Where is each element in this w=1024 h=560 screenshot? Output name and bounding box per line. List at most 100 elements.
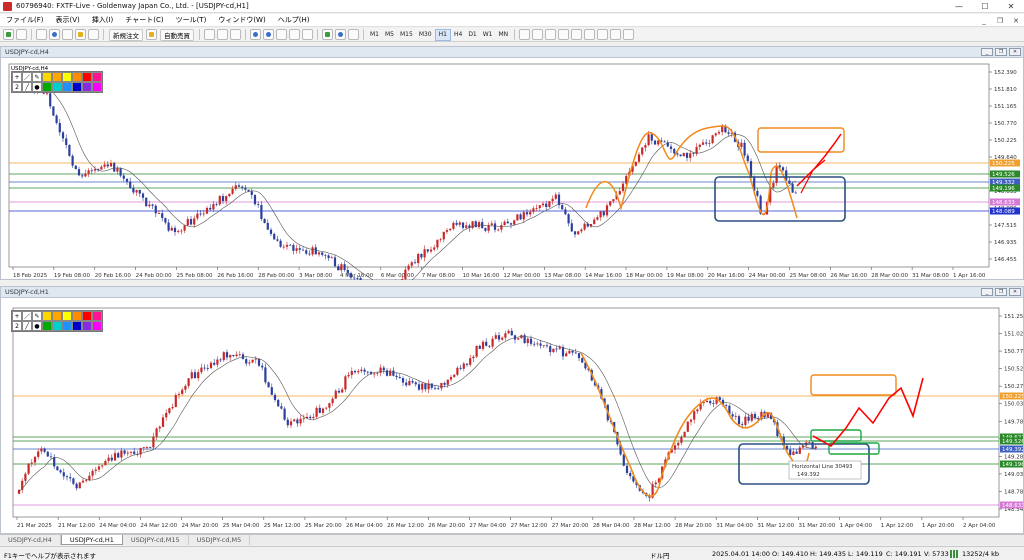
palette-line-icon[interactable]: ／	[22, 311, 32, 321]
palette-brush-icon[interactable]: ✎	[32, 311, 42, 321]
meta-editor-icon[interactable]	[146, 29, 157, 40]
data-window-icon[interactable]	[49, 29, 60, 40]
chart-window-titlebar[interactable]: USDJPY-cd,H1 _ ❐ ✕	[1, 287, 1023, 298]
bar-chart-icon[interactable]	[204, 29, 215, 40]
palette-dot-icon[interactable]: ●	[32, 321, 42, 331]
periods-icon[interactable]	[335, 29, 346, 40]
menu-chart[interactable]: チャート(C)	[119, 15, 169, 25]
palette-color-red[interactable]	[82, 311, 92, 321]
chart-minimize-button[interactable]: _	[981, 288, 993, 296]
palette-pencil-icon[interactable]: ╱	[22, 321, 32, 331]
tab-usdjpy-h4[interactable]: USDJPY-cd,H4	[0, 535, 61, 545]
channel-icon[interactable]	[584, 29, 596, 40]
palette-color-blue[interactable]	[62, 321, 72, 331]
palette-color-violet[interactable]	[82, 321, 92, 331]
horizontal-line-icon[interactable]	[558, 29, 570, 40]
palette-color-gold[interactable]	[42, 72, 52, 82]
text-icon[interactable]	[610, 29, 622, 40]
menu-insert[interactable]: 挿入(I)	[86, 15, 120, 25]
trendline-icon[interactable]	[571, 29, 583, 40]
palette-color-cyan[interactable]	[52, 82, 62, 92]
tab-usdjpy-m15[interactable]: USDJPY-cd,M15	[123, 535, 189, 545]
timeframe-m1[interactable]: M1	[367, 29, 382, 41]
cursor-icon[interactable]	[519, 29, 531, 40]
chart-close-button[interactable]: ✕	[1009, 288, 1021, 296]
palette-color-green[interactable]	[42, 82, 52, 92]
timeframe-m30[interactable]: M30	[416, 29, 435, 41]
chart-window-h1[interactable]: USDJPY-cd,H1 _ ❐ ✕ 151.250 151.020 150.775…	[0, 286, 1024, 534]
timeframe-h1[interactable]: H1	[434, 28, 451, 41]
palette-color-yellow[interactable]	[62, 311, 72, 321]
indicators-icon[interactable]	[322, 29, 333, 40]
palette-color-red[interactable]	[82, 72, 92, 82]
palette-number[interactable]: 2	[12, 82, 22, 92]
palette-dot-icon[interactable]: ●	[32, 82, 42, 92]
palette-color-cyan[interactable]	[52, 321, 62, 331]
strategy-tester-icon[interactable]	[88, 29, 99, 40]
profiles-icon[interactable]	[16, 29, 27, 40]
arrows-icon[interactable]	[623, 29, 635, 40]
menu-file[interactable]: ファイル(F)	[0, 15, 50, 25]
palette-color-magenta[interactable]	[92, 82, 102, 92]
vertical-line-icon[interactable]	[545, 29, 557, 40]
timeframe-m15[interactable]: M15	[397, 29, 416, 41]
chart-canvas-h4[interactable]: 152.390151.810151.165150.770150.225149.6…	[1, 58, 1023, 280]
palette-color-navy[interactable]	[72, 82, 82, 92]
chart-shift-icon[interactable]	[289, 29, 300, 40]
menu-view[interactable]: 表示(V)	[50, 15, 86, 25]
chart-restore-button[interactable]: ❐	[995, 48, 1007, 56]
tab-usdjpy-h1[interactable]: USDJPY-cd,H1	[60, 535, 123, 545]
line-chart-icon[interactable]	[230, 29, 241, 40]
timeframe-m5[interactable]: M5	[382, 29, 397, 41]
palette-color-green[interactable]	[42, 321, 52, 331]
palette-color-darkorange[interactable]	[72, 72, 82, 82]
tile-windows-icon[interactable]	[276, 29, 287, 40]
menu-window[interactable]: ウィンドウ(W)	[212, 15, 271, 25]
menu-help[interactable]: ヘルプ(H)	[272, 15, 316, 25]
zoom-in-icon[interactable]	[250, 29, 261, 40]
mdi-restore-button[interactable]: ❐	[992, 14, 1008, 27]
navigator-icon[interactable]	[62, 29, 73, 40]
palette-color-pink[interactable]	[92, 72, 102, 82]
chart-window-titlebar[interactable]: USDJPY-cd,H4 _ ❐ ✕	[1, 47, 1023, 58]
minimize-button[interactable]: —	[946, 0, 972, 13]
palette-color-gold[interactable]	[42, 311, 52, 321]
menu-tools[interactable]: ツール(T)	[170, 15, 213, 25]
palette-crosshair-icon[interactable]: +	[12, 311, 22, 321]
palette-color-blue[interactable]	[62, 82, 72, 92]
palette-color-darkorange[interactable]	[72, 311, 82, 321]
auto-trade-button[interactable]: 自動売買	[160, 28, 194, 41]
autoscroll-icon[interactable]	[302, 29, 313, 40]
fibonacci-icon[interactable]	[597, 29, 609, 40]
palette-color-pink[interactable]	[92, 311, 102, 321]
close-button[interactable]: ✕	[998, 0, 1024, 13]
palette-line-icon[interactable]: ／	[22, 72, 32, 82]
mdi-close-button[interactable]: ✕	[1008, 14, 1024, 27]
palette-pencil-icon[interactable]: ╱	[22, 82, 32, 92]
timeframe-w1[interactable]: W1	[480, 29, 496, 41]
mdi-minimize-button[interactable]: _	[976, 14, 992, 27]
timeframe-h4[interactable]: H4	[451, 29, 465, 41]
chart-minimize-button[interactable]: _	[981, 48, 993, 56]
new-chart-icon[interactable]	[3, 29, 14, 40]
palette-color-magenta[interactable]	[92, 321, 102, 331]
palette-brush-icon[interactable]: ✎	[32, 72, 42, 82]
new-order-button[interactable]: 新規注文	[109, 28, 143, 41]
zoom-out-icon[interactable]	[263, 29, 274, 40]
chart-restore-button[interactable]: ❐	[995, 288, 1007, 296]
palette-number[interactable]: 2	[12, 321, 22, 331]
palette-color-orange[interactable]	[52, 72, 62, 82]
candlestick-icon[interactable]	[217, 29, 228, 40]
palette-color-violet[interactable]	[82, 82, 92, 92]
palette-crosshair-icon[interactable]: +	[12, 72, 22, 82]
maximize-button[interactable]: ☐	[972, 0, 998, 13]
tab-usdjpy-m5[interactable]: USDJPY-cd,M5	[189, 535, 251, 545]
market-watch-icon[interactable]	[36, 29, 47, 40]
palette-color-orange[interactable]	[52, 311, 62, 321]
chart-canvas-h1[interactable]: 151.250 151.020 150.775 150.525 150.275 150.0…	[1, 298, 1023, 534]
palette-color-navy[interactable]	[72, 321, 82, 331]
crosshair-icon[interactable]	[532, 29, 544, 40]
terminal-icon[interactable]	[75, 29, 86, 40]
templates-icon[interactable]	[348, 29, 359, 40]
palette-color-yellow[interactable]	[62, 72, 72, 82]
